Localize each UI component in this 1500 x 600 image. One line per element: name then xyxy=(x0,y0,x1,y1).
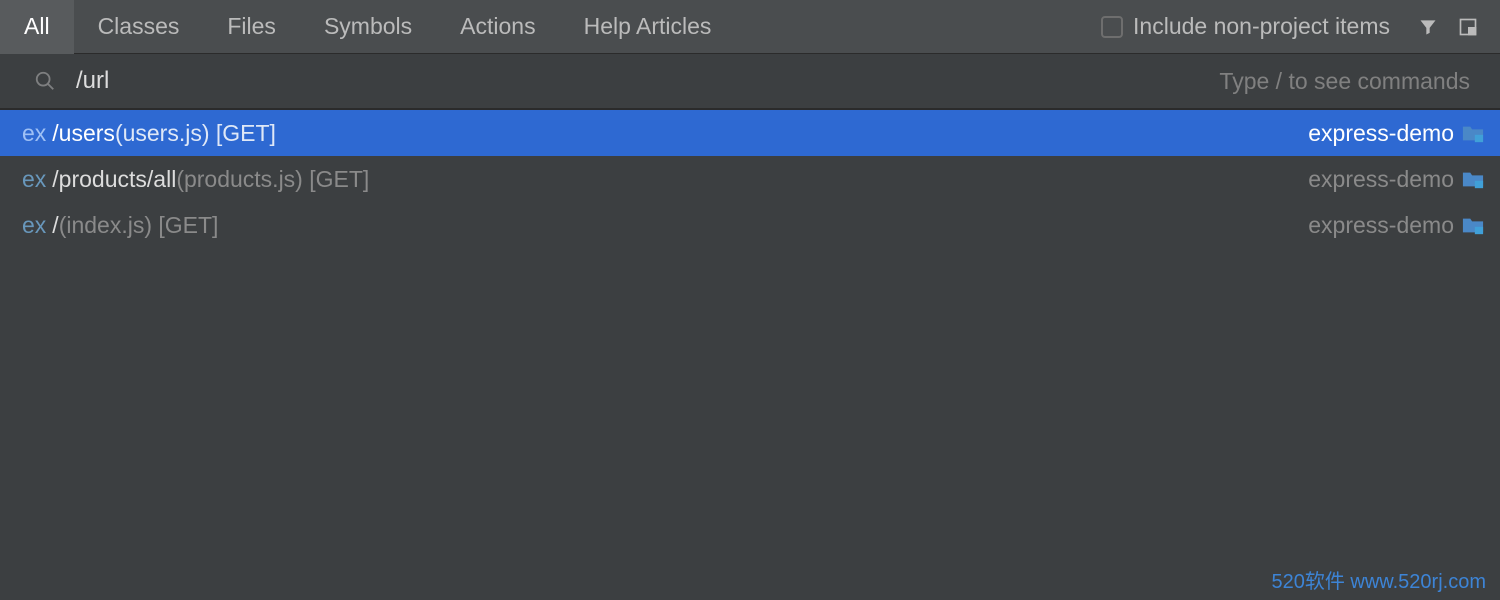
tab-classes[interactable]: Classes xyxy=(74,0,204,54)
result-detail: (users.js) [GET] xyxy=(115,120,276,147)
filter-icon[interactable] xyxy=(1418,17,1438,37)
result-row[interactable]: ex /users (users.js) [GET] express-demo xyxy=(0,110,1500,156)
pin-window-icon[interactable] xyxy=(1458,17,1478,37)
module-folder-icon xyxy=(1462,123,1484,143)
result-row[interactable]: ex /products/all (products.js) [GET] exp… xyxy=(0,156,1500,202)
search-input[interactable] xyxy=(76,67,1219,95)
result-row[interactable]: ex / (index.js) [GET] express-demo xyxy=(0,202,1500,248)
include-non-project-label: Include non-project items xyxy=(1133,13,1390,40)
tab-all[interactable]: All xyxy=(0,0,74,54)
checkbox-icon xyxy=(1101,16,1123,38)
result-module: express-demo xyxy=(1308,212,1454,239)
result-detail: (products.js) [GET] xyxy=(176,166,369,193)
include-non-project-checkbox[interactable]: Include non-project items xyxy=(1101,13,1390,40)
result-detail: (index.js) [GET] xyxy=(59,212,219,239)
search-icon xyxy=(34,70,56,92)
express-icon: ex xyxy=(22,212,46,239)
search-hint: Type / to see commands xyxy=(1219,68,1470,95)
tab-help-articles[interactable]: Help Articles xyxy=(560,0,736,54)
search-row: Type / to see commands xyxy=(0,54,1500,110)
result-module: express-demo xyxy=(1308,120,1454,147)
express-icon: ex xyxy=(22,120,46,147)
results-list: ex /users (users.js) [GET] express-demo … xyxy=(0,110,1500,248)
tab-actions[interactable]: Actions xyxy=(436,0,559,54)
result-path: /users xyxy=(52,120,115,147)
result-module: express-demo xyxy=(1308,166,1454,193)
module-folder-icon xyxy=(1462,215,1484,235)
module-folder-icon xyxy=(1462,169,1484,189)
search-tab-bar: All Classes Files Symbols Actions Help A… xyxy=(0,0,1500,54)
express-icon: ex xyxy=(22,166,46,193)
watermark-text: 520软件 www.520rj.com xyxy=(1271,565,1486,594)
tab-files[interactable]: Files xyxy=(203,0,300,54)
tab-symbols[interactable]: Symbols xyxy=(300,0,436,54)
result-path: /products/all xyxy=(52,166,176,193)
